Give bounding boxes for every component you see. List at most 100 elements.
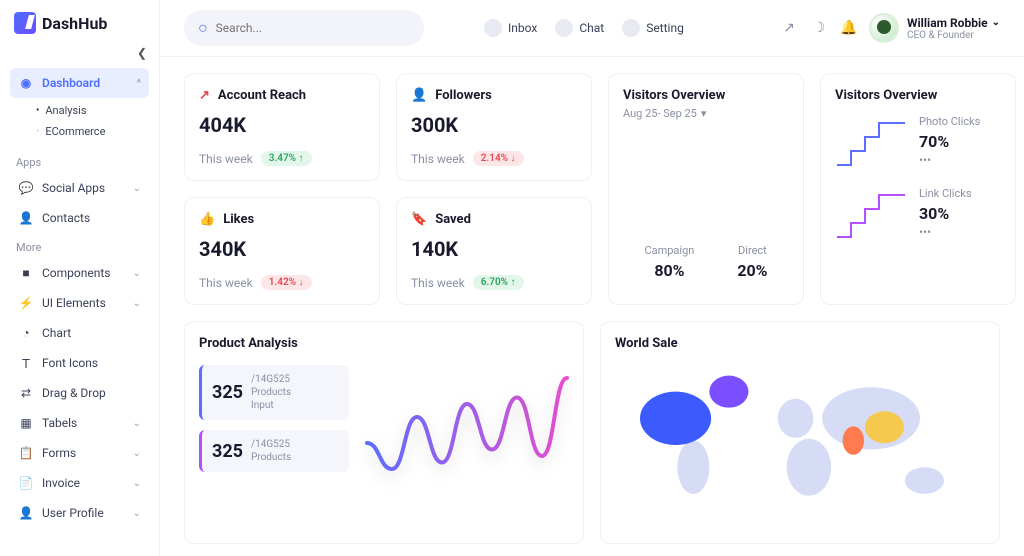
clicks-overview-card: Visitors Overview Photo Clicks 70% ••• L… <box>820 73 1016 305</box>
card-title: Visitors Overview <box>623 88 789 103</box>
product-number: 325 <box>212 441 243 462</box>
sidebar-item-label: Invoice <box>42 476 80 490</box>
chevron-down-icon: ⌄ <box>133 418 141 429</box>
chat-link[interactable]: Chat <box>555 19 604 37</box>
card-title: Visitors Overview <box>835 88 1001 103</box>
followers-icon: 👤 <box>411 88 427 103</box>
sidebar-item-invoice[interactable]: 📄 Invoice ⌄ <box>10 468 149 498</box>
sidebar-item-forms[interactable]: 📋 Forms ⌄ <box>10 438 149 468</box>
chevron-down-icon: ⌄ <box>133 183 141 194</box>
sidebar-item-components[interactable]: ■ Components ⌄ <box>10 258 149 288</box>
stat-period: This week <box>199 152 253 166</box>
sidebar-item-user-profile[interactable]: 👤 User Profile ⌄ <box>10 498 149 528</box>
sidebar-section-apps: Apps <box>10 148 149 173</box>
stat-delta-badge: 3.47% ↑ <box>261 151 312 166</box>
sidebar-item-label: Contacts <box>42 211 90 225</box>
chevron-down-icon: ▾ <box>701 107 707 120</box>
search-box[interactable]: ○ <box>184 10 424 46</box>
sidebar-sub-analysis[interactable]: Analysis <box>36 100 149 121</box>
inbox-link[interactable]: Inbox <box>484 19 537 37</box>
expand-icon[interactable]: ↗ <box>779 18 799 38</box>
stat-title: Likes <box>223 212 254 227</box>
world-sale-card: World Sale <box>600 321 1000 544</box>
sidebar-item-label: Font Icons <box>42 356 98 370</box>
chevron-up-icon: ^ <box>137 78 141 89</box>
step-chart-icon <box>835 187 907 247</box>
profile-icon: 👤 <box>18 505 34 521</box>
sidebar-item-label: Tabels <box>42 416 77 430</box>
campaign-label: Campaign <box>644 244 694 257</box>
sidebar-item-dashboard[interactable]: ◉ Dashboard ^ <box>10 68 149 98</box>
sidebar-item-chart[interactable]: ◔ Chart <box>10 318 149 348</box>
pie-icon: ◔ <box>18 325 34 341</box>
sidebar-submenu: Analysis ECommerce <box>10 98 149 148</box>
stat-period: This week <box>411 152 465 166</box>
sidebar-item-contacts[interactable]: 👤 Contacts <box>10 203 149 233</box>
visitors-bar-chart <box>623 140 789 230</box>
sidebar-item-font-icons[interactable]: Ｔ Font Icons <box>10 348 149 378</box>
search-input[interactable] <box>216 21 410 35</box>
more-menu-icon[interactable]: ••• <box>919 153 980 167</box>
moon-icon[interactable]: ☽ <box>809 18 829 38</box>
font-icon: Ｔ <box>18 355 34 371</box>
world-map <box>615 365 985 529</box>
setting-link[interactable]: Setting <box>622 19 684 37</box>
date-range-selector[interactable]: Aug 25- Sep 25 ▾ <box>623 107 789 120</box>
user-icon: 👤 <box>18 210 34 226</box>
bookmark-icon: 🔖 <box>411 212 427 227</box>
sidebar-item-social-apps[interactable]: 💬 Social Apps ⌄ <box>10 173 149 203</box>
chevron-down-icon: ⌄ <box>133 298 141 309</box>
drag-icon: ⇄ <box>18 385 34 401</box>
product-wave-chart <box>365 365 569 495</box>
reach-icon: ↗ <box>199 88 210 103</box>
sidebar-item-tabels[interactable]: ▦ Tabels ⌄ <box>10 408 149 438</box>
overview-row: Photo Clicks 70% ••• <box>835 115 1001 175</box>
table-icon: ▦ <box>18 415 34 431</box>
header-nav: Inbox Chat Setting <box>484 19 684 37</box>
stat-title: Account Reach <box>218 88 306 103</box>
stat-delta-badge: 6.70% ↑ <box>473 275 524 290</box>
logo[interactable]: DashHub <box>0 0 159 46</box>
stat-value: 140K <box>411 237 577 261</box>
overview-label: Photo Clicks <box>919 115 980 128</box>
stat-value: 300K <box>411 113 577 137</box>
product-meta: /14G525ProductsInput <box>251 373 291 412</box>
like-icon: 👍 <box>199 212 215 227</box>
sidebar: DashHub ❮ ◉ Dashboard ^ Analysis ECommer… <box>0 0 160 556</box>
chevron-down-icon: ⌄ <box>133 268 141 279</box>
dashboard-icon: ◉ <box>18 75 34 91</box>
sidebar-sub-ecommerce[interactable]: ECommerce <box>36 121 149 142</box>
step-chart-icon <box>835 115 907 175</box>
chevron-down-icon: ⌄ <box>133 478 141 489</box>
sidebar-item-label: Drag & Drop <box>42 386 106 400</box>
user-menu[interactable]: William Robbie⌄ CEO & Founder <box>869 13 1000 43</box>
product-analysis-card: Product Analysis 325 /14G525ProductsInpu… <box>184 321 584 544</box>
stat-title: Saved <box>435 212 471 227</box>
stat-card-followers: 👤Followers 300K This week2.14% ↓ <box>396 73 592 181</box>
stat-period: This week <box>199 276 253 290</box>
stat-period: This week <box>411 276 465 290</box>
stat-delta-badge: 1.42% ↓ <box>261 275 312 290</box>
sidebar-item-label: UI Elements <box>42 296 106 310</box>
content: ↗Account Reach 404K This week3.47% ↑ 👤Fo… <box>160 57 1024 556</box>
product-item[interactable]: 325 /14G525ProductsInput <box>199 365 349 420</box>
sidebar-item-label: Social Apps <box>42 181 105 195</box>
invoice-icon: 📄 <box>18 475 34 491</box>
more-menu-icon[interactable]: ••• <box>919 225 972 239</box>
chevron-down-icon: ⌄ <box>992 17 1000 28</box>
product-list: 325 /14G525ProductsInput 325 /14G525Prod… <box>199 365 349 495</box>
product-meta: /14G525Products <box>251 438 291 464</box>
dot-icon <box>484 19 502 37</box>
bell-icon[interactable]: 🔔 <box>839 18 859 38</box>
visitors-overview-card: Visitors Overview Aug 25- Sep 25 ▾ <box>608 73 804 305</box>
sidebar-section-more: More <box>10 233 149 258</box>
logo-icon <box>14 12 36 34</box>
sidebar-item-label: Dashboard <box>42 76 100 90</box>
sidebar-collapse-button[interactable]: ❮ <box>0 46 159 68</box>
sidebar-item-drag-drop[interactable]: ⇄ Drag & Drop <box>10 378 149 408</box>
product-item[interactable]: 325 /14G525Products <box>199 430 349 472</box>
stat-card-saved: 🔖 Saved 140K This week 6.70% ↑ <box>396 197 592 305</box>
stat-title: Followers <box>435 88 492 103</box>
sidebar-item-ui-elements[interactable]: ⚡ UI Elements ⌄ <box>10 288 149 318</box>
overview-row: Link Clicks 30% ••• <box>835 187 1001 247</box>
